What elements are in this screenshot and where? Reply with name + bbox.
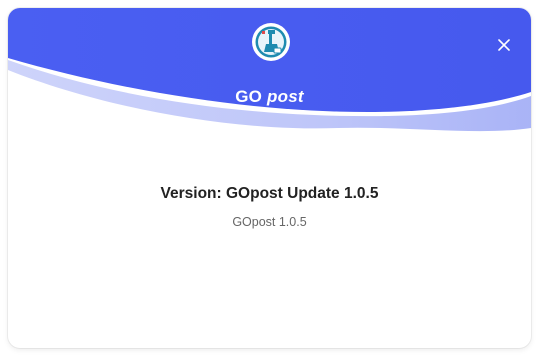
dialog-content: Version: GOpost Update 1.0.5 GOpost 1.0.… [8, 184, 531, 230]
version-subtitle: GOpost 1.0.5 [232, 215, 307, 229]
version-title: Version: GOpost Update 1.0.5 [160, 185, 379, 202]
about-dialog: GO post Version: GOpost Update 1.0.5 GOp… [8, 8, 531, 348]
dialog-header: GO post [8, 8, 531, 138]
gopost-logo-icon [252, 23, 290, 61]
brand-wordmark: GO post [8, 87, 531, 107]
close-icon[interactable] [495, 36, 513, 54]
brand-prefix: GO [235, 87, 263, 106]
brand-suffix: post [267, 87, 304, 106]
